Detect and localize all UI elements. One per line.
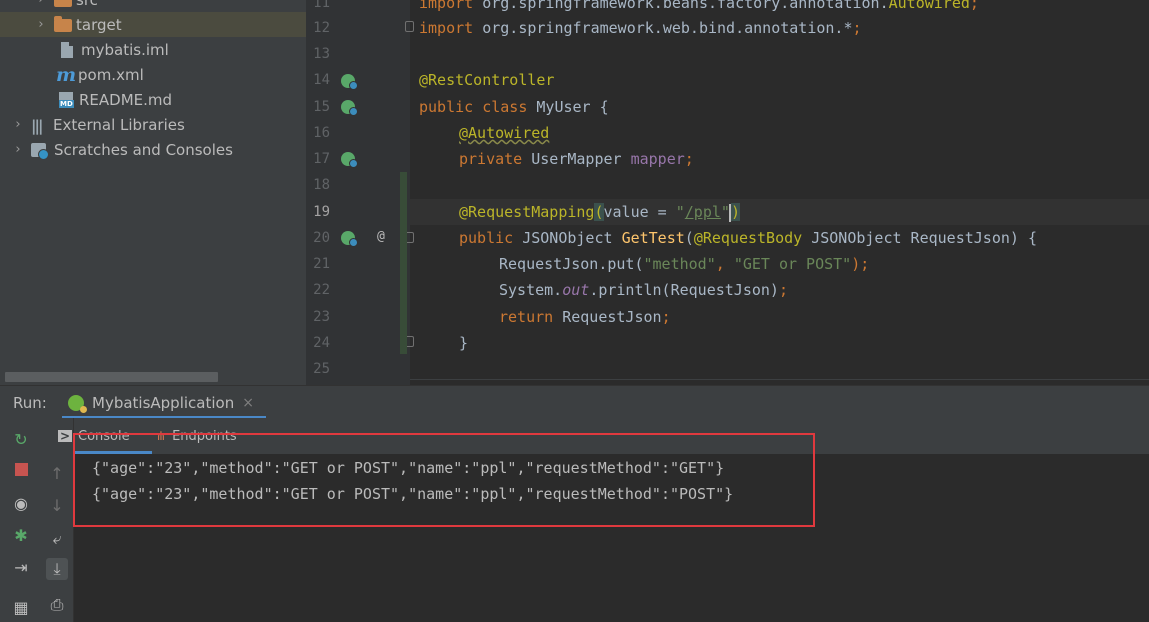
line-number: 14 [313, 72, 330, 88]
tree-item-label: README.md [79, 90, 173, 109]
rerun-icon[interactable]: ↻ [10, 428, 32, 450]
tree-item-src[interactable]: › src [0, 0, 306, 12]
console-line: {"age":"23","method":"GET or POST","name… [92, 485, 734, 503]
endpoints-icon: ⋔ [156, 429, 167, 443]
close-icon[interactable]: × [242, 395, 254, 411]
code-line-16: @Autowired [459, 124, 550, 142]
folder-icon [54, 16, 72, 32]
tree-item-label: mybatis.iml [81, 40, 169, 59]
tree-item-scratches[interactable]: › Scratches and Consoles [0, 137, 306, 162]
line-number: 23 [313, 309, 330, 325]
print-icon[interactable]: ⎙ [46, 594, 68, 616]
fold-marker-icon[interactable] [405, 21, 414, 32]
library-icon: ||| [31, 116, 43, 135]
chevron-right-icon[interactable]: › [34, 0, 48, 7]
tree-item-label: pom.xml [78, 65, 144, 84]
down-arrow-icon[interactable]: ↓ [46, 494, 68, 516]
tab-console[interactable]: > Console [58, 418, 152, 454]
line-number: 24 [313, 335, 330, 351]
line-number: 11 [313, 0, 330, 11]
code-line-19: @RequestMapping(value = "/ppl") [459, 203, 740, 222]
code-line-14: @RestController [419, 71, 555, 89]
stop-icon[interactable] [10, 458, 32, 480]
code-line-11: import org.springframework.beans.factory… [419, 0, 979, 12]
tree-item-label: target [76, 15, 122, 34]
line-number: 13 [313, 46, 330, 62]
soft-wrap-icon[interactable]: ⤶ [46, 528, 68, 550]
line-number: 15 [313, 99, 330, 115]
run-toolbar: ↻ ◉ ✱ ⇥ ▦ [0, 418, 40, 622]
debug-icon[interactable]: ✱ [10, 524, 32, 546]
maven-icon: m [56, 63, 77, 86]
line-number: 17 [313, 151, 330, 167]
tree-item-label: src [76, 0, 98, 9]
tree-item-external-libraries[interactable]: › ||| External Libraries [0, 112, 306, 137]
spring-bean-icon[interactable] [341, 100, 358, 116]
markdown-icon [59, 91, 74, 108]
folder-icon [54, 0, 72, 7]
up-arrow-icon[interactable]: ↑ [46, 462, 68, 484]
run-label: Run: [13, 394, 47, 412]
tab-endpoints-label: Endpoints [172, 428, 237, 444]
vcs-change-marker[interactable] [400, 172, 407, 354]
line-number: 21 [313, 256, 330, 272]
spring-boot-icon [68, 394, 87, 413]
project-tree-panel: › src › target mybatis.iml m pom.xml REA… [0, 0, 306, 385]
camera-icon[interactable]: ◉ [10, 492, 32, 514]
line-number: 20 [313, 230, 330, 246]
tree-item-label: Scratches and Consoles [54, 140, 233, 159]
code-line-20: public JSONObject GetTest(@RequestBody J… [459, 229, 1037, 247]
module-file-icon [61, 41, 73, 58]
code-line-22: System.out.println(RequestJson); [499, 281, 788, 299]
chevron-right-icon[interactable]: › [11, 117, 25, 132]
editor-gutter[interactable]: 11 12 13 14 15 16 17 18 19 20 21 22 23 2… [306, 0, 414, 385]
scroll-to-end-icon[interactable]: ⤓ [46, 558, 68, 580]
tab-console-label: Console [78, 428, 130, 444]
annotation-at-icon[interactable]: @ [377, 229, 385, 244]
run-tab-label: MybatisApplication [92, 393, 235, 412]
tree-item-label: External Libraries [53, 115, 185, 134]
chevron-right-icon[interactable]: › [11, 142, 25, 157]
autowired-navigate-icon[interactable] [341, 152, 358, 168]
run-configuration-tab[interactable]: MybatisApplication × [62, 386, 266, 419]
layout-icon[interactable]: ▦ [10, 596, 32, 618]
terminal-icon: > [58, 429, 72, 443]
tab-endpoints[interactable]: ⋔ Endpoints [156, 418, 237, 454]
tree-item-target[interactable]: › target [0, 12, 306, 37]
line-number: 19 [313, 204, 330, 220]
line-number: 22 [313, 282, 330, 298]
line-number: 16 [313, 125, 330, 141]
line-number: 12 [313, 20, 330, 36]
request-mapping-icon[interactable] [341, 231, 358, 247]
code-line-21: RequestJson.put("method", "GET or POST")… [499, 255, 870, 273]
code-editor[interactable]: 11 12 13 14 15 16 17 18 19 20 21 22 23 2… [306, 0, 1149, 385]
run-tool-window-header: Run: MybatisApplication × [0, 385, 1149, 419]
code-line-24: } [459, 334, 469, 352]
tree-item-pom-xml[interactable]: m pom.xml [0, 62, 306, 87]
editor-bottom-border [410, 379, 1149, 380]
console-output[interactable]: {"age":"23","method":"GET or POST","name… [74, 454, 1149, 622]
tree-item-readme[interactable]: README.md [0, 87, 306, 112]
code-line-23: return RequestJson; [499, 308, 671, 326]
tree-item-mybatis-iml[interactable]: mybatis.iml [0, 37, 306, 62]
line-number: 18 [313, 177, 330, 193]
chevron-right-icon[interactable]: › [34, 17, 48, 32]
code-line-17: private UserMapper mapper; [459, 150, 694, 168]
line-number: 25 [313, 361, 330, 377]
console-line: {"age":"23","method":"GET or POST","name… [92, 459, 725, 477]
code-line-12: import org.springframework.web.bind.anno… [419, 19, 862, 37]
scratches-icon [31, 142, 49, 160]
exit-icon[interactable]: ⇥ [10, 556, 32, 578]
code-line-15: public class MyUser { [419, 98, 609, 116]
tree-horizontal-scrollbar[interactable] [5, 372, 218, 382]
spring-bean-icon[interactable] [341, 74, 358, 90]
console-tab-bar: > Console ⋔ Endpoints [58, 418, 1149, 454]
